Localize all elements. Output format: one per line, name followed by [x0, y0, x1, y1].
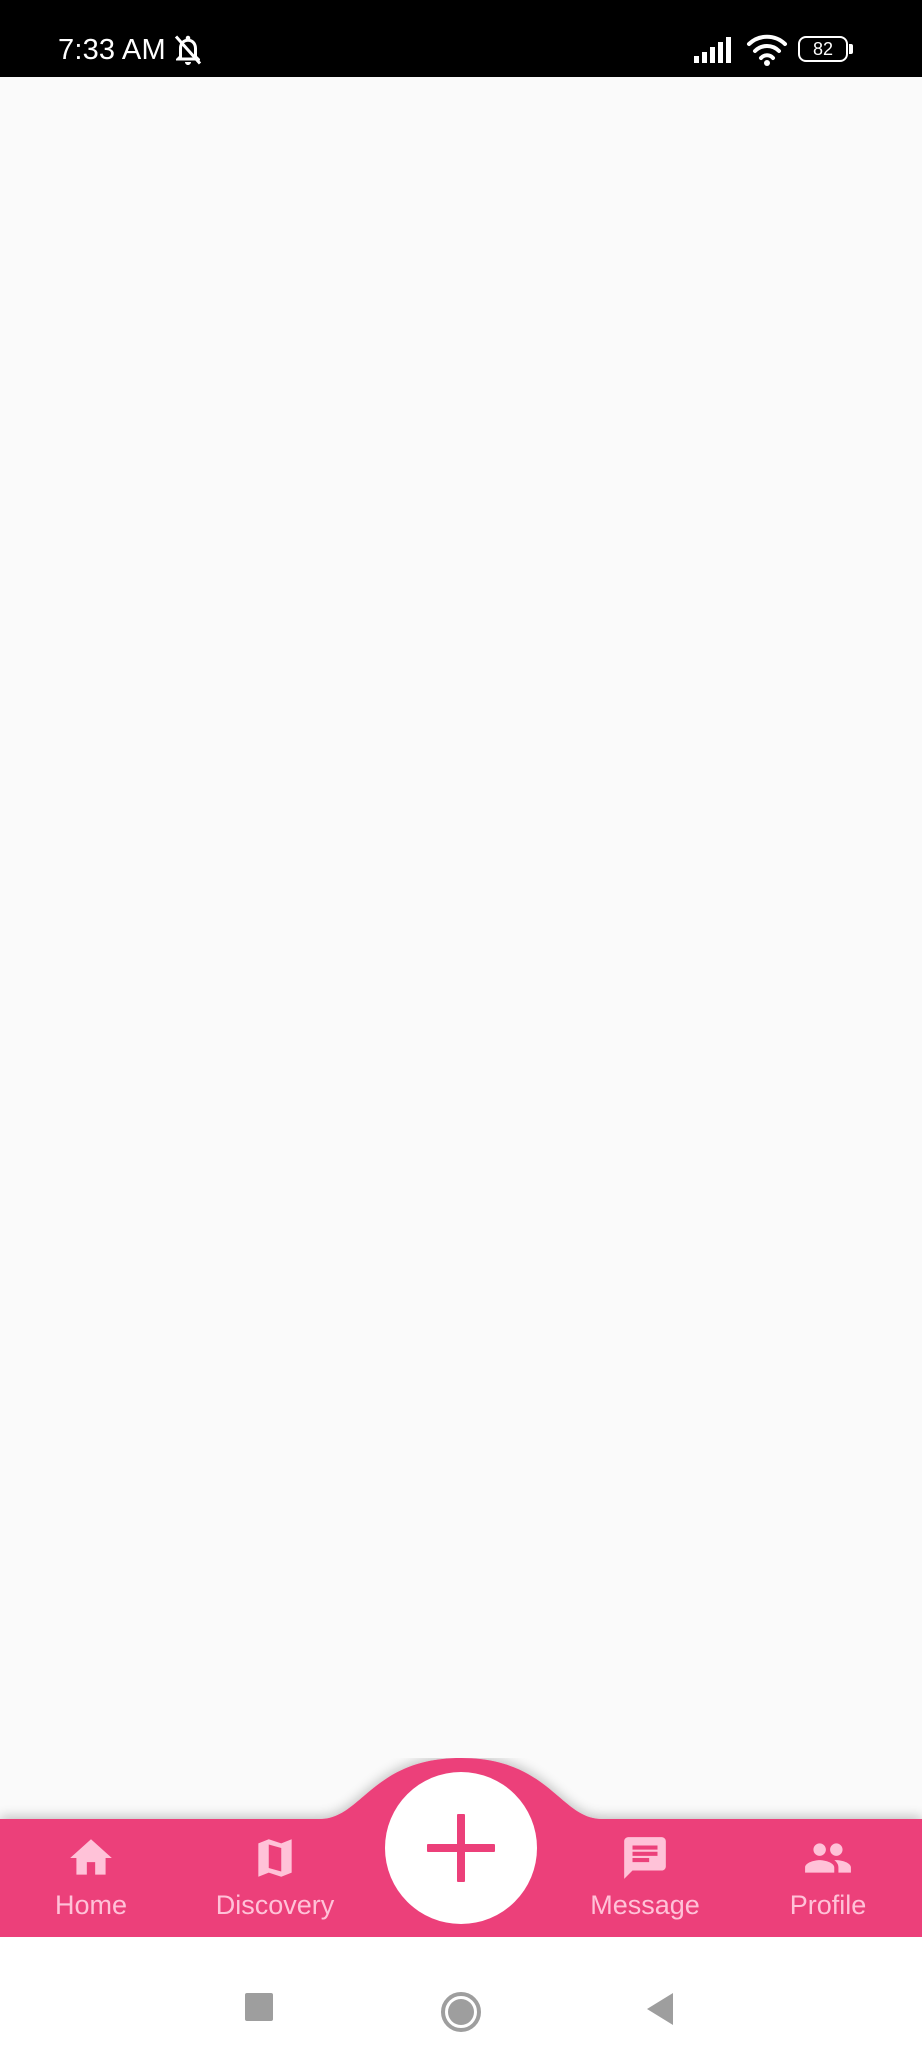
battery-icon: 82 [798, 36, 854, 64]
nav-item-profile[interactable]: Profile [778, 1819, 878, 1937]
bell-off-icon [170, 32, 206, 68]
people-icon [805, 1843, 851, 1873]
battery-level: 82 [812, 39, 834, 59]
map-icon [258, 1839, 292, 1877]
nav-label-home: Home [54, 1890, 128, 1920]
nav-item-discovery[interactable]: Discovery [199, 1819, 351, 1937]
nav-item-home[interactable]: Home [41, 1819, 141, 1937]
home-icon [70, 1839, 112, 1875]
add-button[interactable] [385, 1772, 537, 1924]
status-bar: 7:33 AM 82 [0, 0, 922, 77]
nav-label-message: Message [590, 1890, 700, 1920]
plus-icon [427, 1814, 495, 1882]
message-icon [624, 1837, 666, 1879]
nav-label-profile: Profile [789, 1890, 867, 1920]
back-button[interactable] [645, 1991, 675, 2027]
status-time: 7:33 AM [58, 34, 166, 66]
wifi-icon [745, 33, 789, 67]
nav-label-discovery: Discovery [215, 1890, 335, 1920]
main-content [0, 77, 922, 1819]
recents-button[interactable] [245, 1993, 273, 2021]
system-nav-bar [0, 1937, 922, 2048]
home-button[interactable] [440, 1991, 482, 2033]
signal-icon [692, 36, 736, 64]
nav-item-message[interactable]: Message [575, 1819, 715, 1937]
